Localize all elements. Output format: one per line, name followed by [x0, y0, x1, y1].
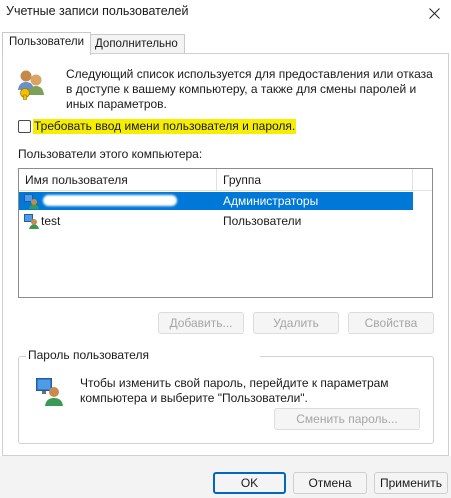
apply-button[interactable]: Применить	[374, 472, 448, 494]
table-row[interactable]: test Пользователи	[19, 212, 413, 230]
close-button[interactable]	[417, 0, 451, 26]
password-group-label: Пароль пользователя	[26, 348, 151, 362]
title-bar: Учетные записи пользователей	[0, 0, 451, 26]
ok-button[interactable]: OK	[213, 472, 286, 494]
redacted-name	[43, 195, 177, 206]
require-login-checkbox-row[interactable]: Требовать ввод имени пользователя и паро…	[18, 118, 297, 134]
listview-scrollbar[interactable]	[413, 191, 432, 297]
tab-advanced[interactable]: Дополнительно	[88, 34, 185, 54]
remove-user-button[interactable]: Удалить	[253, 312, 339, 334]
column-header-username[interactable]: Имя пользователя	[19, 169, 217, 191]
user-password-icon	[36, 378, 63, 406]
require-login-checkbox[interactable]	[18, 119, 31, 133]
cell-group: Пользователи	[223, 214, 302, 228]
column-header-group[interactable]: Группа	[217, 169, 413, 191]
user-account-icon	[24, 194, 39, 209]
tab-users[interactable]: Пользователи	[2, 32, 92, 55]
password-info-text: Чтобы изменить свой пароль, перейдите к …	[80, 376, 389, 405]
redacted-username-label	[150, 350, 260, 362]
users-group-icon	[18, 70, 44, 100]
user-properties-button[interactable]: Свойства	[348, 312, 434, 334]
window-title: Учетные записи пользователей	[6, 4, 189, 18]
cell-group: Администраторы	[223, 194, 319, 208]
cancel-button[interactable]: Отмена	[293, 472, 367, 494]
intro-text: Следующий список используется для предос…	[66, 67, 433, 111]
table-row[interactable]: Администраторы	[19, 192, 413, 210]
require-login-label[interactable]: Требовать ввод имени пользователя и паро…	[33, 118, 297, 134]
close-icon	[428, 7, 440, 19]
change-password-button[interactable]: Сменить пароль...	[274, 408, 420, 430]
cell-username: test	[41, 214, 61, 228]
listview-header: Имя пользователя Группа	[19, 169, 432, 191]
users-section-label: Пользователи этого компьютера:	[18, 147, 203, 161]
user-account-icon	[24, 214, 39, 229]
users-listview[interactable]: Имя пользователя Группа Администраторы t…	[18, 168, 433, 298]
tab-strip: Пользователи Дополнительно	[0, 32, 451, 55]
add-user-button[interactable]: Добавить...	[158, 312, 244, 334]
